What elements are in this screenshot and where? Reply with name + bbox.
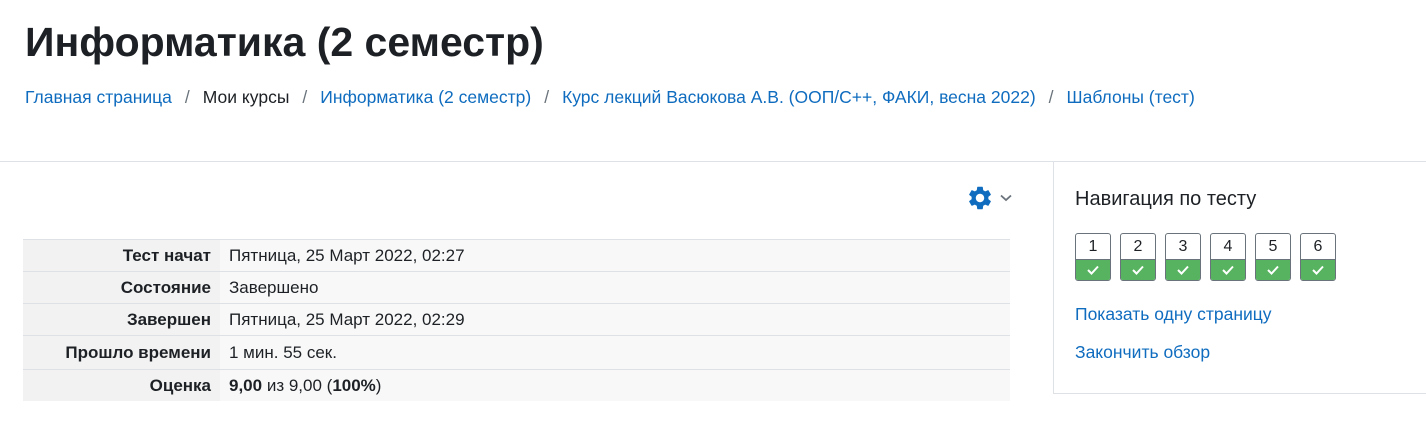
breadcrumb-section-link[interactable]: Курс лекций Васюкова А.В. (ООП/C++, ФАКИ… [562,87,1036,107]
breadcrumb-separator: / [1048,87,1054,107]
summary-label: Тест начат [23,239,220,272]
table-row: Оценка 9,00 из 9,00 (100%) [23,369,1010,401]
breadcrumb: Главная страница / Мои курсы / Информатика (… [25,84,1195,110]
quiz-summary-table: Тест начат Пятница, 25 Март 2022, 02:27 … [23,239,1010,401]
grade-of-text: из 9,00 ( [262,376,333,395]
breadcrumb-separator: / [544,87,550,107]
quiz-navigation-block: Навигация по тесту 1 2 3 4 5 6 Показать … [1053,162,1426,394]
gear-icon [966,184,994,212]
page: Информатика (2 семестр) Главная страница… [0,0,1426,445]
grade-percent: 100% [332,376,376,395]
summary-value: Пятница, 25 Март 2022, 02:29 [220,303,1010,336]
breadcrumb-separator: / [184,87,190,107]
question-number: 1 [1088,238,1098,255]
breadcrumb-home-link[interactable]: Главная страница [25,87,172,107]
grade-score: 9,00 [229,376,263,395]
summary-value: 1 мин. 55 сек. [220,335,1010,370]
chevron-down-icon [1000,194,1012,202]
page-title: Информатика (2 семестр) [25,19,544,65]
question-button-4[interactable]: 4 [1210,233,1246,281]
breadcrumb-my-courses: Мои курсы [202,87,290,107]
settings-menu-button[interactable] [966,184,1012,212]
table-row: Завершен Пятница, 25 Март 2022, 02:29 [23,303,1010,336]
breadcrumb-separator: / [302,87,308,107]
summary-label: Прошло времени [23,335,220,370]
show-one-page-link[interactable]: Показать одну страницу [1075,301,1272,327]
quiz-navigation-title: Навигация по тесту [1075,188,1257,210]
question-button-1[interactable]: 1 [1075,233,1111,281]
check-icon [1121,259,1155,280]
breadcrumb-course-link[interactable]: Информатика (2 семестр) [320,87,531,107]
summary-grade-value: 9,00 из 9,00 (100%) [220,369,1010,401]
question-number: 6 [1313,238,1323,255]
finish-review-link[interactable]: Закончить обзор [1075,339,1210,365]
summary-value: Пятница, 25 Март 2022, 02:27 [220,239,1010,272]
question-buttons: 1 2 3 4 5 6 [1075,233,1345,281]
summary-label: Оценка [23,369,220,401]
question-button-6[interactable]: 6 [1300,233,1336,281]
summary-value: Завершено [220,271,1010,304]
question-number: 2 [1133,238,1143,255]
grade-close: ) [375,376,382,395]
question-button-2[interactable]: 2 [1120,233,1156,281]
question-button-3[interactable]: 3 [1165,233,1201,281]
summary-label: Завершен [23,303,220,336]
question-number: 4 [1223,238,1233,255]
table-row: Состояние Завершено [23,271,1010,304]
summary-label: Состояние [23,271,220,304]
check-icon [1166,259,1200,280]
check-icon [1076,259,1110,280]
table-row: Прошло времени 1 мин. 55 сек. [23,335,1010,370]
question-number: 3 [1178,238,1188,255]
breadcrumb-quiz-link[interactable]: Шаблоны (тест) [1067,87,1195,107]
check-icon [1256,259,1290,280]
check-icon [1301,259,1335,280]
check-icon [1211,259,1245,280]
question-number: 5 [1268,238,1278,255]
table-row: Тест начат Пятница, 25 Март 2022, 02:27 [23,239,1010,272]
question-button-5[interactable]: 5 [1255,233,1291,281]
